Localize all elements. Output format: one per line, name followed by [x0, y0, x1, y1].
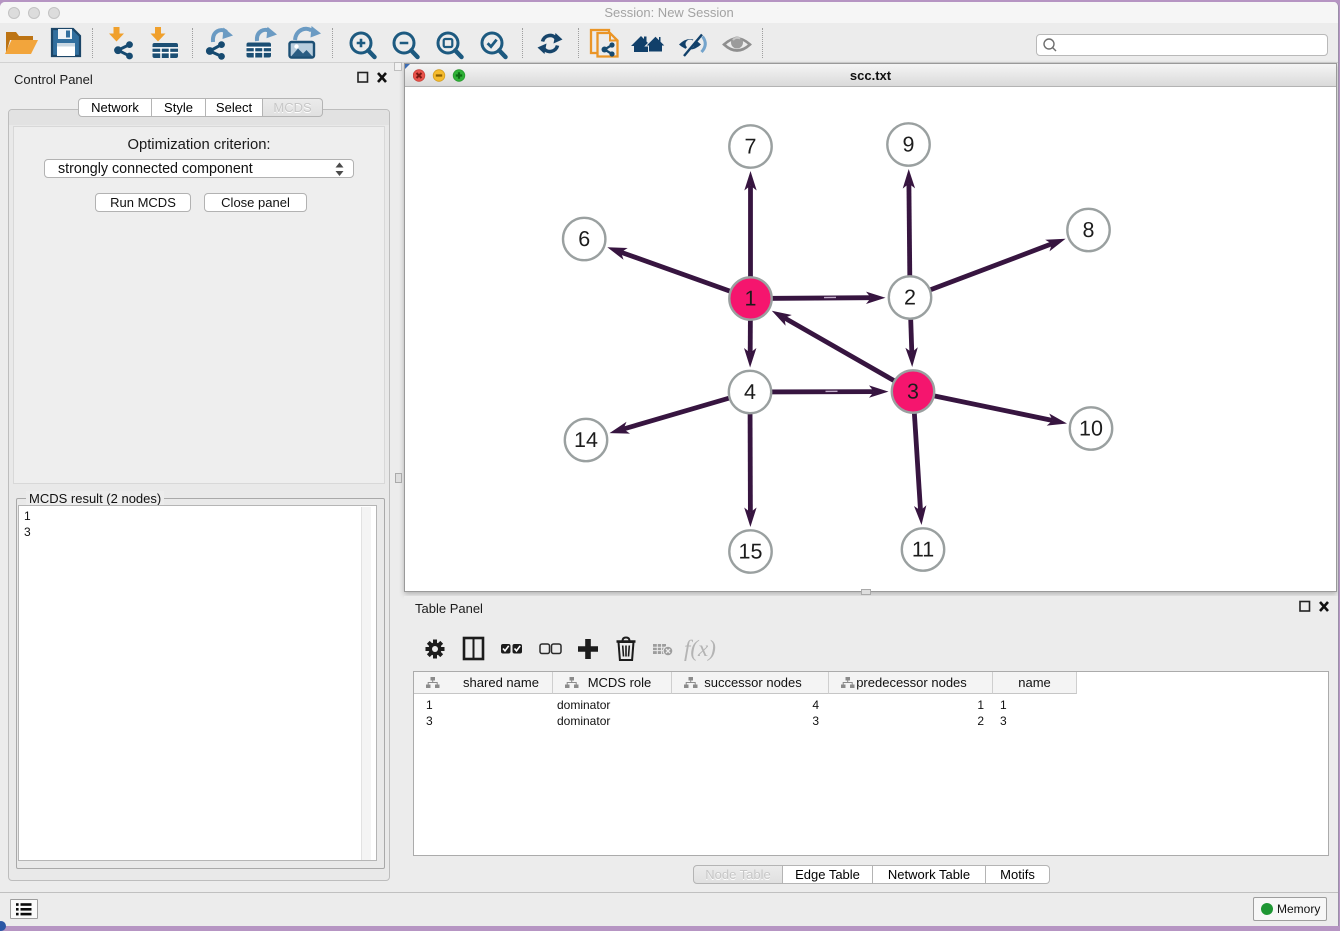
- svg-text:7: 7: [745, 135, 757, 159]
- svg-text:1: 1: [745, 287, 757, 311]
- svg-text:14: 14: [574, 428, 598, 452]
- svg-text:6: 6: [578, 227, 590, 251]
- svg-text:f(x): f(x): [684, 636, 716, 661]
- svg-text:3: 3: [907, 380, 919, 404]
- svg-text:4: 4: [744, 380, 756, 404]
- svg-text:10: 10: [1079, 417, 1103, 441]
- svg-text:2: 2: [904, 286, 916, 310]
- svg-text:15: 15: [739, 540, 763, 564]
- svg-text:11: 11: [912, 538, 934, 562]
- svg-text:9: 9: [903, 133, 915, 157]
- svg-text:8: 8: [1083, 218, 1095, 242]
